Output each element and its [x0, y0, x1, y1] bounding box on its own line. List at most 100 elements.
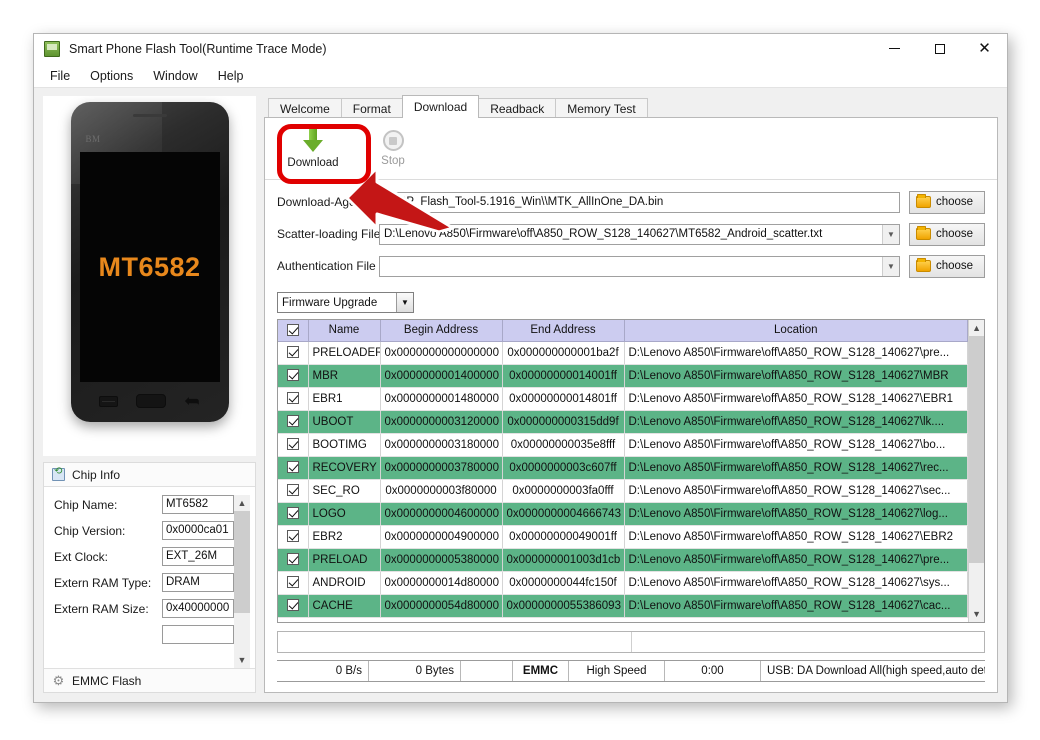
chip-info-scrollbar[interactable]: ▲ ▼ — [234, 495, 250, 668]
row-checkbox[interactable] — [286, 553, 299, 566]
choose-label: choose — [936, 196, 974, 208]
maximize-button[interactable] — [917, 34, 962, 63]
row-checkbox-cell[interactable] — [278, 341, 309, 365]
chevron-down-icon[interactable]: ▼ — [969, 606, 985, 622]
emmc-flash-header[interactable]: ⚙ EMMC Flash — [44, 668, 255, 692]
chip-scroll-track[interactable] — [234, 511, 250, 652]
table-row[interactable]: EBR1 0x0000000001480000 0x00000000014801ff… — [278, 387, 969, 411]
tab-format[interactable]: Format — [340, 98, 403, 118]
download-agent-input[interactable]: C:\SP_Flash_Tool-5.1916_Win\\MTK_AllInOn… — [379, 191, 900, 213]
row-checkbox[interactable] — [286, 461, 299, 474]
header-select-all-cell[interactable] — [278, 320, 309, 342]
row-checkbox[interactable] — [286, 438, 299, 451]
extern-ram-type-value[interactable]: DRAM — [161, 573, 234, 592]
ext-clock-value[interactable]: EXT_26M — [161, 547, 234, 566]
tab-welcome[interactable]: Welcome — [268, 98, 342, 118]
chevron-up-icon[interactable]: ▲ — [234, 495, 250, 511]
row-checkbox[interactable] — [286, 576, 299, 589]
table-row[interactable]: MBR 0x0000000001400000 0x00000000014001ff D… — [278, 364, 969, 388]
row-checkbox-cell[interactable] — [278, 502, 309, 526]
row-checkbox-cell[interactable] — [278, 433, 309, 457]
download-mode-select[interactable]: Firmware Upgrade ▼ — [277, 292, 414, 313]
row-checkbox-cell[interactable] — [278, 571, 309, 595]
stop-button[interactable]: Stop — [353, 122, 433, 176]
partition-table-scrollarea: Name Begin Address End Address Location … — [278, 320, 969, 622]
download-arrow-icon — [302, 128, 324, 153]
scatter-file-input[interactable]: D:\Lenovo A850\Firmware\off\A850_ROW_S12… — [379, 223, 900, 245]
table-row[interactable]: UBOOT 0x0000000003120000 0x000000000315dd9… — [278, 410, 969, 434]
table-row[interactable]: BOOTIMG 0x0000000003180000 0x00000000035e8… — [278, 433, 969, 457]
download-mode-value: Firmware Upgrade — [282, 296, 378, 309]
extern-ram-size-value[interactable]: 0x40000000 — [161, 599, 234, 618]
row-checkbox[interactable] — [286, 415, 299, 428]
header-end-address[interactable]: End Address — [502, 320, 625, 342]
status-message: USB: DA Download All(high speed,auto det… — [767, 665, 985, 677]
menu-window[interactable]: Window — [143, 66, 207, 86]
row-checkbox-cell[interactable] — [278, 548, 309, 572]
menu-help[interactable]: Help — [208, 66, 254, 86]
table-scroll-thumb[interactable] — [969, 336, 985, 563]
chip-scroll-thumb[interactable] — [234, 511, 250, 613]
row-checkbox[interactable] — [286, 369, 299, 382]
row-checkbox[interactable] — [286, 599, 299, 612]
row-checkbox[interactable] — [286, 346, 299, 359]
row-checkbox[interactable] — [286, 530, 299, 543]
row-checkbox-cell[interactable] — [278, 410, 309, 434]
tab-memory-test[interactable]: Memory Test — [555, 98, 648, 118]
row-checkbox-cell[interactable] — [278, 364, 309, 388]
authentication-file-input[interactable]: ▼ — [379, 255, 900, 277]
table-row[interactable]: PRELOADER 0x0000000000000000 0x00000000000… — [278, 341, 969, 365]
chevron-down-icon[interactable]: ▼ — [882, 224, 899, 244]
chip-version-value[interactable]: 0x0000ca01 — [161, 521, 234, 540]
table-row[interactable]: EBR2 0x0000000004900000 0x00000000049001ff… — [278, 525, 969, 549]
row-end-address: 0x00000000014801ff — [502, 387, 625, 411]
flash-tool-icon — [44, 41, 60, 57]
extern-ram-size-label: Extern RAM Size: — [54, 601, 149, 616]
menu-file[interactable]: File — [40, 66, 80, 86]
status-storage: EMMC — [513, 661, 569, 681]
scatter-file-choose-button[interactable]: choose — [909, 222, 985, 246]
chip-name-value[interactable]: MT6582 — [161, 495, 234, 514]
table-row[interactable]: SEC_RO 0x0000000003f80000 0x0000000003fa0f… — [278, 479, 969, 503]
chevron-up-icon[interactable]: ▲ — [969, 320, 985, 336]
row-checkbox[interactable] — [286, 507, 299, 520]
row-begin-address: 0x0000000014d80000 — [380, 571, 503, 595]
chevron-down-icon[interactable]: ▼ — [396, 293, 413, 312]
tab-readback[interactable]: Readback — [478, 98, 557, 118]
chevron-down-icon[interactable]: ▼ — [882, 256, 899, 276]
download-button[interactable]: Download — [273, 122, 353, 176]
menu-options[interactable]: Options — [80, 66, 143, 86]
row-begin-address: 0x0000000004600000 — [380, 502, 503, 526]
row-checkbox-cell[interactable] — [278, 456, 309, 480]
table-row[interactable]: PRELOAD 0x0000000005380000 0x000000001003d… — [278, 548, 969, 572]
chip-field-row: Extern RAM Type: DRAM — [54, 573, 234, 592]
phone-brand-label: BM — [85, 134, 101, 144]
download-agent-choose-button[interactable]: choose — [909, 190, 985, 214]
header-name[interactable]: Name — [308, 320, 381, 342]
row-checkbox[interactable] — [286, 484, 299, 497]
chip-partial-value[interactable] — [161, 625, 234, 644]
row-checkbox[interactable] — [286, 392, 299, 405]
tab-download[interactable]: Download — [401, 95, 480, 118]
select-all-checkbox[interactable] — [286, 324, 299, 337]
table-scroll-track[interactable] — [969, 336, 985, 606]
row-checkbox-cell[interactable] — [278, 525, 309, 549]
partition-table-scrollbar[interactable]: ▲ ▼ — [968, 320, 985, 622]
row-begin-address: 0x0000000001480000 — [380, 387, 503, 411]
table-row[interactable]: CACHE 0x0000000054d80000 0x000000005538609… — [278, 594, 969, 618]
chip-info-header[interactable]: Chip Info — [44, 463, 255, 487]
row-end-address: 0x0000000004666743 — [502, 502, 625, 526]
row-checkbox-cell[interactable] — [278, 479, 309, 503]
authentication-file-choose-button[interactable]: choose — [909, 254, 985, 278]
table-row[interactable]: LOGO 0x0000000004600000 0x0000000004666743… — [278, 502, 969, 526]
row-checkbox-cell[interactable] — [278, 594, 309, 618]
row-location: D:\Lenovo A850\Firmware\off\A850_ROW_S12… — [624, 364, 969, 388]
minimize-button[interactable] — [872, 34, 917, 63]
table-row[interactable]: RECOVERY 0x0000000003780000 0x0000000003c6… — [278, 456, 969, 480]
header-begin-address[interactable]: Begin Address — [380, 320, 503, 342]
row-checkbox-cell[interactable] — [278, 387, 309, 411]
table-row[interactable]: ANDROID 0x0000000014d80000 0x0000000044fc1… — [278, 571, 969, 595]
chevron-down-icon[interactable]: ▼ — [234, 652, 250, 668]
close-button[interactable]: ✕ — [962, 34, 1007, 63]
header-location[interactable]: Location — [624, 320, 969, 342]
